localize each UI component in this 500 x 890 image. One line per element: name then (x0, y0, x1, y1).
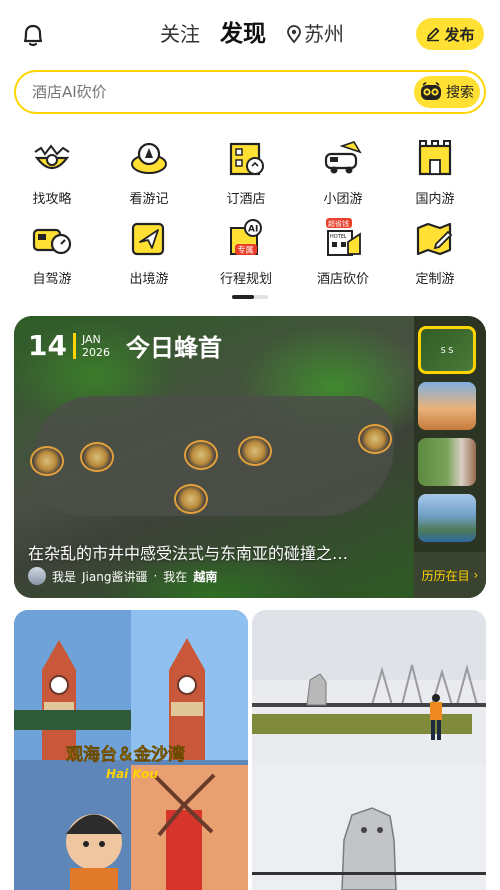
basket-boat (80, 442, 114, 472)
top-tabs: 关注 发现 苏州 (160, 18, 344, 53)
location-pin-icon (287, 25, 301, 43)
page-indicator-active (232, 295, 254, 299)
category-self-drive[interactable]: 自驾游 (12, 218, 92, 287)
badge-save: 超省钱 (328, 219, 349, 228)
feed-card[interactable] (252, 610, 486, 890)
top-bar: 关注 发现 苏州 发布 (0, 0, 500, 70)
category-itinerary[interactable]: AI 专属 行程规划 (206, 218, 286, 287)
category-label: 行程规划 (219, 272, 272, 287)
great-wall-icon (418, 140, 452, 176)
feed-card-image: 观海台＆金沙湾 Hai Kou (14, 610, 248, 890)
thumbnail-caption: S S (440, 345, 454, 355)
featured-date: 14 JAN 2026 今日蜂首 (28, 328, 222, 363)
tour-bus-icon (324, 141, 362, 174)
meta-dot: · (153, 569, 158, 583)
basket-boat (358, 424, 392, 454)
search-button[interactable]: 搜索 (414, 76, 480, 108)
guide-bowl-icon (34, 144, 70, 170)
ai-planner-icon: AI 专属 (230, 219, 262, 255)
author-prefix: 我是 (52, 569, 77, 584)
category-label: 订酒店 (226, 192, 266, 207)
tab-follow[interactable]: 关注 (160, 18, 200, 50)
featured-day: 14 (28, 329, 67, 362)
category-label: 看游记 (129, 192, 169, 207)
search-button-label: 搜索 (446, 85, 474, 101)
basket-boat (174, 484, 208, 514)
category-label: 酒店砍价 (316, 272, 369, 287)
featured-thumbnails: S S 历历在目 › (414, 316, 486, 598)
history-link[interactable]: 历历在目 › (414, 552, 486, 598)
tab-discover[interactable]: 发现 (220, 18, 266, 53)
featured-section-title: 今日蜂首 (125, 334, 222, 362)
plane-icon (131, 222, 165, 256)
feed-card[interactable]: 观海台＆金沙湾 Hai Kou (14, 610, 248, 890)
category-hotel[interactable]: 订酒店 (206, 138, 286, 207)
thumbnail[interactable] (418, 494, 476, 542)
category-label: 自驾游 (32, 272, 72, 287)
location-selector[interactable]: 苏州 (286, 18, 344, 50)
author-location: 越南 (193, 569, 218, 584)
page-indicator (232, 295, 268, 299)
svg-text:HOTEL: HOTEL (330, 234, 347, 240)
author-avatar[interactable] (28, 567, 46, 585)
category-guide[interactable]: 找攻略 (12, 138, 92, 207)
featured-year: 2026 (81, 345, 110, 359)
category-domestic[interactable]: 国内游 (395, 138, 475, 207)
custom-map-icon (416, 222, 453, 256)
category-label: 小团游 (323, 192, 363, 207)
category-hotel-bargain[interactable]: 超省钱 HOTEL 酒店砍价 (303, 218, 383, 287)
featured-card[interactable]: 14 JAN 2026 今日蜂首 在杂乱的市井中感受法式与东南亚的碰撞之… 我是… (14, 316, 486, 598)
date-divider (72, 332, 76, 359)
publish-button[interactable]: 发布 (416, 18, 484, 50)
history-link-label: 历历在目 (421, 568, 470, 583)
basket-boat (184, 440, 218, 470)
bell-icon[interactable] (20, 22, 46, 48)
feed-card-subcaption: Hai Kou (106, 767, 158, 781)
svg-text:AI: AI (248, 225, 258, 235)
owl-logo-icon (421, 82, 441, 100)
category-travelnote[interactable]: 看游记 (109, 138, 189, 207)
thumbnail[interactable] (418, 438, 476, 486)
location-prefix: 我在 (163, 569, 188, 584)
search-bar: 搜索 (14, 70, 486, 114)
basket-boat (30, 446, 64, 476)
category-outbound[interactable]: 出境游 (109, 218, 189, 287)
travelnote-icon (131, 142, 167, 174)
thumbnail-selected[interactable]: S S (418, 326, 476, 374)
category-label: 国内游 (415, 192, 455, 207)
search-input[interactable] (32, 72, 402, 112)
basket-boat (238, 436, 272, 466)
category-small-tour[interactable]: 小团游 (303, 138, 383, 207)
category-custom[interactable]: 定制游 (395, 218, 475, 287)
pencil-icon (427, 27, 440, 42)
hotel-bargain-icon: 超省钱 HOTEL (326, 218, 361, 256)
feed-card-caption: 观海台＆金沙湾 (65, 744, 185, 765)
location-label: 苏州 (304, 22, 344, 46)
featured-month: JAN (81, 332, 101, 346)
category-label: 定制游 (415, 272, 455, 287)
category-label: 找攻略 (32, 192, 72, 207)
featured-month-year: JAN 2026 (82, 333, 110, 359)
featured-title[interactable]: 在杂乱的市井中感受法式与东南亚的碰撞之… (28, 540, 406, 564)
hotel-icon (229, 142, 264, 176)
featured-meta: 我是 Jiang酱讲疆 · 我在 越南 (28, 567, 217, 585)
author-name[interactable]: Jiang酱讲疆 (82, 568, 147, 585)
publish-label: 发布 (444, 25, 475, 44)
car-icon (32, 228, 72, 255)
feed-card-image (252, 610, 486, 890)
badge-exclusive: 专属 (238, 245, 254, 255)
category-label: 出境游 (129, 272, 169, 287)
thumbnail[interactable] (418, 382, 476, 430)
